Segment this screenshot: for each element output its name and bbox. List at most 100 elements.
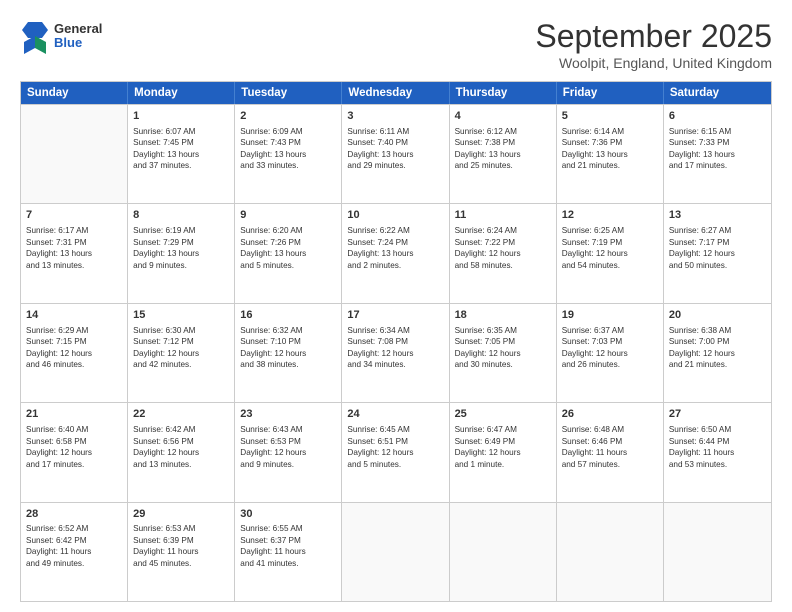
day-number: 13 — [669, 208, 766, 223]
daylight-text: Daylight: 11 hours — [133, 546, 229, 557]
calendar-cell-0-6: 6Sunrise: 6:15 AMSunset: 7:33 PMDaylight… — [664, 105, 771, 203]
sunrise-text: Sunrise: 6:48 AM — [562, 424, 658, 435]
daylight-text-cont: and 49 minutes. — [26, 558, 122, 569]
calendar-cell-0-4: 4Sunrise: 6:12 AMSunset: 7:38 PMDaylight… — [450, 105, 557, 203]
sunrise-text: Sunrise: 6:35 AM — [455, 325, 551, 336]
calendar-row-0: 1Sunrise: 6:07 AMSunset: 7:45 PMDaylight… — [21, 104, 771, 203]
sunset-text: Sunset: 7:15 PM — [26, 336, 122, 347]
header: General Blue September 2025 Woolpit, Eng… — [20, 18, 772, 71]
daylight-text-cont: and 13 minutes. — [26, 260, 122, 271]
day-number: 14 — [26, 308, 122, 323]
calendar-cell-1-5: 12Sunrise: 6:25 AMSunset: 7:19 PMDayligh… — [557, 204, 664, 302]
sunrise-text: Sunrise: 6:29 AM — [26, 325, 122, 336]
day-number: 23 — [240, 407, 336, 422]
calendar-cell-4-5 — [557, 503, 664, 601]
day-number: 5 — [562, 109, 658, 124]
calendar-cell-1-4: 11Sunrise: 6:24 AMSunset: 7:22 PMDayligh… — [450, 204, 557, 302]
calendar-cell-2-6: 20Sunrise: 6:38 AMSunset: 7:00 PMDayligh… — [664, 304, 771, 402]
sunrise-text: Sunrise: 6:27 AM — [669, 225, 766, 236]
sunset-text: Sunset: 7:31 PM — [26, 237, 122, 248]
calendar-cell-3-2: 23Sunrise: 6:43 AMSunset: 6:53 PMDayligh… — [235, 403, 342, 501]
day-number: 25 — [455, 407, 551, 422]
calendar-cell-4-3 — [342, 503, 449, 601]
day-number: 21 — [26, 407, 122, 422]
calendar-cell-0-0 — [21, 105, 128, 203]
daylight-text-cont: and 42 minutes. — [133, 359, 229, 370]
daylight-text-cont: and 29 minutes. — [347, 160, 443, 171]
sunrise-text: Sunrise: 6:09 AM — [240, 126, 336, 137]
calendar: Sunday Monday Tuesday Wednesday Thursday… — [20, 81, 772, 602]
calendar-cell-3-4: 25Sunrise: 6:47 AMSunset: 6:49 PMDayligh… — [450, 403, 557, 501]
sunrise-text: Sunrise: 6:12 AM — [455, 126, 551, 137]
sunset-text: Sunset: 6:42 PM — [26, 535, 122, 546]
day-number: 19 — [562, 308, 658, 323]
day-number: 2 — [240, 109, 336, 124]
sunset-text: Sunset: 7:05 PM — [455, 336, 551, 347]
daylight-text-cont: and 54 minutes. — [562, 260, 658, 271]
calendar-cell-2-3: 17Sunrise: 6:34 AMSunset: 7:08 PMDayligh… — [342, 304, 449, 402]
daylight-text: Daylight: 11 hours — [562, 447, 658, 458]
daylight-text-cont: and 45 minutes. — [133, 558, 229, 569]
sunrise-text: Sunrise: 6:07 AM — [133, 126, 229, 137]
sunrise-text: Sunrise: 6:17 AM — [26, 225, 122, 236]
calendar-header: Sunday Monday Tuesday Wednesday Thursday… — [21, 82, 771, 104]
calendar-cell-1-0: 7Sunrise: 6:17 AMSunset: 7:31 PMDaylight… — [21, 204, 128, 302]
sunrise-text: Sunrise: 6:32 AM — [240, 325, 336, 336]
sunset-text: Sunset: 7:12 PM — [133, 336, 229, 347]
sunrise-text: Sunrise: 6:43 AM — [240, 424, 336, 435]
daylight-text: Daylight: 12 hours — [562, 348, 658, 359]
calendar-cell-1-1: 8Sunrise: 6:19 AMSunset: 7:29 PMDaylight… — [128, 204, 235, 302]
daylight-text: Daylight: 13 hours — [455, 149, 551, 160]
daylight-text: Daylight: 11 hours — [669, 447, 766, 458]
calendar-cell-2-2: 16Sunrise: 6:32 AMSunset: 7:10 PMDayligh… — [235, 304, 342, 402]
day-number: 30 — [240, 507, 336, 522]
sunrise-text: Sunrise: 6:15 AM — [669, 126, 766, 137]
logo-blue: Blue — [54, 36, 102, 50]
page: General Blue September 2025 Woolpit, Eng… — [0, 0, 792, 612]
sunrise-text: Sunrise: 6:45 AM — [347, 424, 443, 435]
daylight-text-cont: and 9 minutes. — [133, 260, 229, 271]
calendar-cell-4-2: 30Sunrise: 6:55 AMSunset: 6:37 PMDayligh… — [235, 503, 342, 601]
daylight-text: Daylight: 12 hours — [455, 447, 551, 458]
sunset-text: Sunset: 7:19 PM — [562, 237, 658, 248]
day-number: 12 — [562, 208, 658, 223]
logo-general: General — [54, 22, 102, 36]
header-thursday: Thursday — [450, 82, 557, 104]
day-number: 10 — [347, 208, 443, 223]
daylight-text-cont: and 26 minutes. — [562, 359, 658, 370]
day-number: 3 — [347, 109, 443, 124]
title-block: September 2025 Woolpit, England, United … — [535, 18, 772, 71]
sunset-text: Sunset: 7:10 PM — [240, 336, 336, 347]
sunset-text: Sunset: 6:51 PM — [347, 436, 443, 447]
sunset-text: Sunset: 7:24 PM — [347, 237, 443, 248]
daylight-text: Daylight: 12 hours — [455, 248, 551, 259]
header-tuesday: Tuesday — [235, 82, 342, 104]
title-month: September 2025 — [535, 18, 772, 55]
sunset-text: Sunset: 6:58 PM — [26, 436, 122, 447]
calendar-cell-4-4 — [450, 503, 557, 601]
day-number: 6 — [669, 109, 766, 124]
daylight-text-cont: and 41 minutes. — [240, 558, 336, 569]
header-saturday: Saturday — [664, 82, 771, 104]
daylight-text: Daylight: 13 hours — [133, 149, 229, 160]
daylight-text: Daylight: 12 hours — [240, 348, 336, 359]
sunrise-text: Sunrise: 6:38 AM — [669, 325, 766, 336]
calendar-row-3: 21Sunrise: 6:40 AMSunset: 6:58 PMDayligh… — [21, 402, 771, 501]
day-number: 17 — [347, 308, 443, 323]
sunrise-text: Sunrise: 6:53 AM — [133, 523, 229, 534]
calendar-cell-1-2: 9Sunrise: 6:20 AMSunset: 7:26 PMDaylight… — [235, 204, 342, 302]
daylight-text-cont: and 38 minutes. — [240, 359, 336, 370]
daylight-text-cont: and 1 minute. — [455, 459, 551, 470]
day-number: 1 — [133, 109, 229, 124]
calendar-cell-0-2: 2Sunrise: 6:09 AMSunset: 7:43 PMDaylight… — [235, 105, 342, 203]
header-friday: Friday — [557, 82, 664, 104]
day-number: 27 — [669, 407, 766, 422]
day-number: 28 — [26, 507, 122, 522]
sunset-text: Sunset: 7:26 PM — [240, 237, 336, 248]
daylight-text: Daylight: 13 hours — [562, 149, 658, 160]
sunset-text: Sunset: 6:44 PM — [669, 436, 766, 447]
daylight-text: Daylight: 13 hours — [240, 248, 336, 259]
header-wednesday: Wednesday — [342, 82, 449, 104]
calendar-cell-3-1: 22Sunrise: 6:42 AMSunset: 6:56 PMDayligh… — [128, 403, 235, 501]
daylight-text: Daylight: 12 hours — [347, 447, 443, 458]
